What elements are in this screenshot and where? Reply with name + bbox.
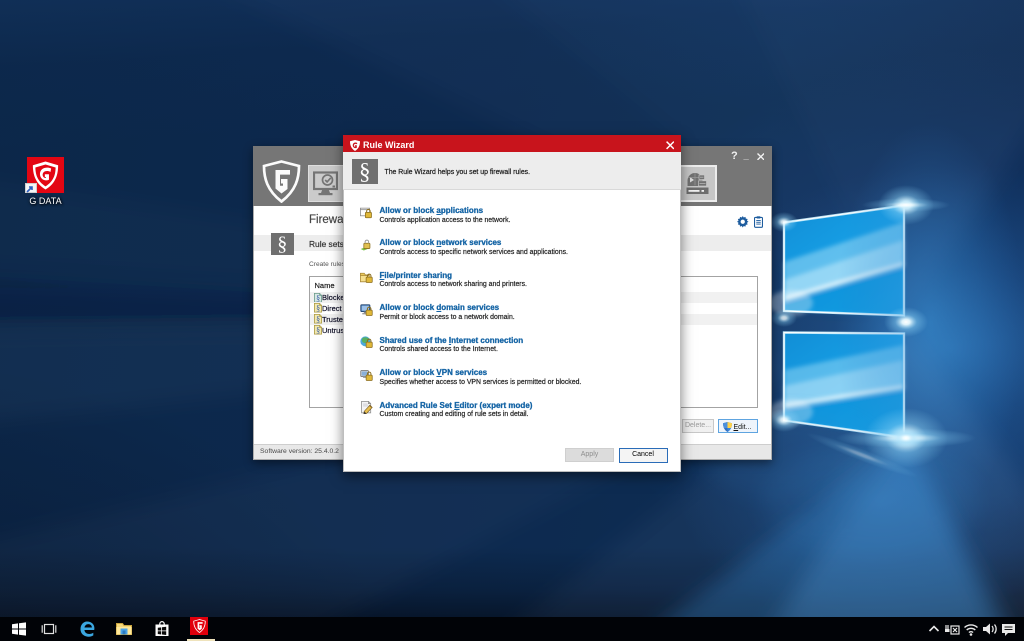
svg-text:§: § <box>316 315 320 324</box>
svg-text:§: § <box>316 293 320 302</box>
svg-text:§: § <box>316 304 320 313</box>
svg-text:§: § <box>316 326 320 335</box>
